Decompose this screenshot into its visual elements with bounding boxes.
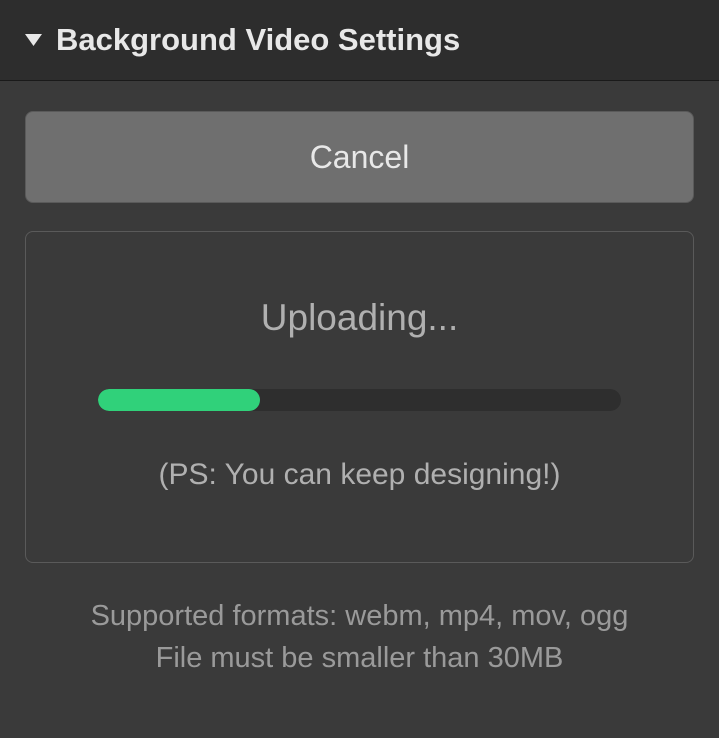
cancel-button[interactable]: Cancel [25,111,694,203]
formats-info: Supported formats: webm, mp4, mov, ogg F… [25,595,694,679]
upload-status-label: Uploading... [261,297,458,339]
content-area: Cancel Uploading... (PS: You can keep de… [0,81,719,679]
chevron-down-icon [25,34,42,46]
upload-note: (PS: You can keep designing!) [159,458,561,492]
upload-progress-fill [98,389,260,411]
panel-title: Background Video Settings [56,22,460,58]
upload-status-box: Uploading... (PS: You can keep designing… [25,231,694,563]
file-size-limit-text: File must be smaller than 30MB [25,637,694,679]
upload-progress-bar [98,389,621,411]
panel-header[interactable]: Background Video Settings [0,0,719,81]
supported-formats-text: Supported formats: webm, mp4, mov, ogg [25,595,694,637]
